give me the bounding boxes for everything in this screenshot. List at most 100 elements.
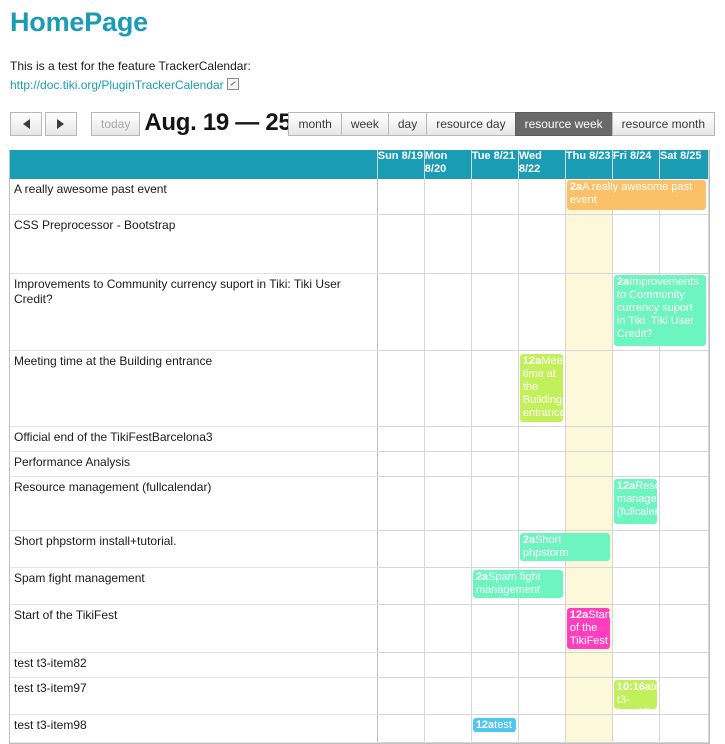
day-cell[interactable] — [564, 567, 613, 605]
day-cell[interactable] — [376, 426, 425, 452]
day-cell[interactable] — [517, 273, 566, 351]
day-cell[interactable] — [423, 451, 472, 477]
day-cell[interactable] — [611, 530, 660, 568]
day-cell[interactable] — [517, 652, 566, 678]
day-cell[interactable] — [611, 350, 660, 427]
next-period-button[interactable] — [45, 112, 77, 136]
day-cell[interactable] — [470, 350, 519, 427]
day-cell[interactable] — [376, 530, 425, 568]
day-cell[interactable] — [376, 567, 425, 605]
day-cell[interactable] — [470, 451, 519, 477]
day-cell[interactable] — [658, 604, 710, 653]
day-cell[interactable] — [611, 714, 660, 743]
day-cell[interactable] — [564, 476, 613, 531]
day-cell[interactable]: 12aStart of the TikiFest — [564, 604, 613, 653]
day-cell[interactable] — [470, 273, 519, 351]
day-cell[interactable] — [517, 179, 566, 215]
day-cell[interactable]: 12aResource management (fullcalendar) — [611, 476, 660, 531]
day-cell[interactable] — [376, 677, 425, 715]
day-cell[interactable] — [423, 214, 472, 274]
day-cell[interactable] — [423, 179, 472, 215]
day-cell[interactable] — [658, 214, 710, 274]
day-cell[interactable] — [564, 273, 613, 351]
calendar-event[interactable]: 2aSpam fight management — [472, 570, 563, 598]
day-cell[interactable] — [423, 714, 472, 743]
day-cell[interactable] — [470, 426, 519, 452]
day-cell[interactable] — [658, 451, 710, 477]
view-button-resource-month[interactable]: resource month — [611, 112, 715, 136]
day-cell[interactable] — [611, 652, 660, 678]
day-cell[interactable]: 2aImprovements to Community currency sup… — [611, 273, 706, 351]
day-cell[interactable] — [470, 652, 519, 678]
day-cell[interactable] — [564, 426, 613, 452]
view-button-month[interactable]: month — [288, 112, 342, 136]
day-cell[interactable] — [611, 604, 660, 653]
view-button-day[interactable]: day — [387, 112, 428, 136]
day-cell[interactable] — [658, 567, 710, 605]
day-cell[interactable] — [376, 273, 425, 351]
day-cell[interactable] — [564, 677, 613, 715]
day-cell[interactable] — [658, 476, 710, 531]
day-cell[interactable] — [376, 451, 425, 477]
day-cell[interactable] — [423, 652, 472, 678]
day-cell[interactable] — [658, 714, 710, 743]
calendar-event[interactable]: 2aImprovements to Community currency sup… — [613, 275, 706, 346]
day-cell[interactable] — [658, 530, 710, 568]
day-cell[interactable] — [423, 604, 472, 653]
day-cell[interactable] — [423, 350, 472, 427]
day-cell[interactable] — [611, 567, 660, 605]
day-cell[interactable] — [564, 350, 613, 427]
day-cell[interactable] — [423, 426, 472, 452]
day-cell[interactable]: 10:16atest t3-item97 — [611, 677, 660, 715]
day-cell[interactable] — [611, 214, 660, 274]
day-cell[interactable] — [376, 179, 425, 215]
day-cell[interactable] — [611, 426, 660, 452]
view-button-resource-week[interactable]: resource week — [514, 112, 613, 136]
day-cell[interactable] — [658, 677, 710, 715]
day-cell[interactable] — [470, 179, 519, 215]
day-cell[interactable]: 2aShort phpstorm install+tutorial. — [517, 530, 610, 568]
day-cell[interactable] — [517, 677, 566, 715]
day-cell[interactable] — [517, 214, 566, 274]
view-button-week[interactable]: week — [340, 112, 389, 136]
day-cell[interactable] — [470, 604, 519, 653]
day-cell[interactable] — [517, 426, 566, 452]
day-cell[interactable] — [658, 350, 710, 427]
day-cell[interactable] — [564, 714, 613, 743]
day-cell[interactable] — [470, 530, 519, 568]
day-cell[interactable] — [376, 476, 425, 531]
day-cell[interactable] — [470, 476, 519, 531]
day-cell[interactable] — [564, 652, 613, 678]
view-button-resource-day[interactable]: resource day — [426, 112, 516, 136]
day-cell[interactable] — [658, 426, 710, 452]
day-cell[interactable] — [423, 530, 472, 568]
day-cell[interactable] — [376, 652, 425, 678]
day-cell[interactable] — [423, 476, 472, 531]
day-cell[interactable] — [517, 604, 566, 653]
today-button[interactable]: today — [91, 112, 141, 136]
day-cell[interactable] — [517, 451, 566, 477]
day-cell[interactable]: 12aMeeting time at the Building entrance — [517, 350, 566, 427]
calendar-event[interactable]: 2aShort phpstorm install+tutorial. — [519, 533, 610, 561]
day-cell[interactable] — [564, 451, 613, 477]
day-cell[interactable]: 12atest — [470, 714, 519, 743]
day-cell[interactable] — [470, 214, 519, 274]
day-cell[interactable] — [517, 476, 566, 531]
prev-period-button[interactable] — [10, 112, 42, 136]
day-cell[interactable] — [376, 714, 425, 743]
day-cell[interactable] — [376, 350, 425, 427]
day-cell[interactable] — [470, 677, 519, 715]
day-cell[interactable] — [658, 652, 710, 678]
doc-link[interactable]: http://doc.tiki.org/PluginTrackerCalenda… — [10, 78, 224, 92]
calendar-event[interactable]: 10:16atest t3-item97 — [613, 680, 657, 709]
day-cell[interactable] — [517, 714, 566, 743]
calendar-event[interactable]: 12aMeeting time at the Building entrance — [519, 354, 563, 422]
calendar-event[interactable]: 12atest — [472, 718, 516, 732]
day-cell[interactable] — [611, 451, 660, 477]
day-cell[interactable] — [564, 214, 613, 274]
calendar-event[interactable]: 12aResource management (fullcalendar) — [613, 479, 657, 524]
calendar-event[interactable]: 2aA really awesome past event — [566, 180, 706, 210]
day-cell[interactable] — [376, 214, 425, 274]
day-cell[interactable]: 2aSpam fight management — [470, 567, 563, 605]
calendar-event[interactable]: 12aStart of the TikiFest — [566, 608, 610, 649]
